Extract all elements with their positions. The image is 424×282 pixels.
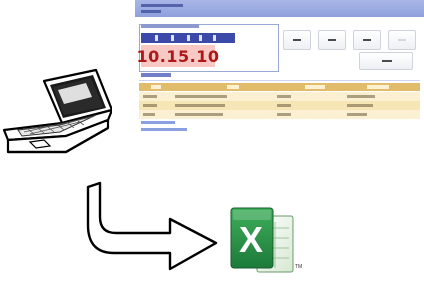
toolbar-button-1[interactable] — [283, 30, 311, 50]
excel-icon: X TM — [229, 206, 303, 277]
svg-text:X: X — [239, 219, 263, 260]
grid-header-cell — [367, 85, 389, 89]
toolbar-button-4[interactable] — [388, 30, 416, 50]
grid-row[interactable] — [139, 101, 420, 110]
grid-header — [139, 83, 420, 91]
section-title — [141, 73, 171, 77]
subtitle-text-line — [141, 10, 161, 13]
page: { "clock": { "time": "10.15.10" }, "colo… — [0, 0, 424, 277]
grid-header-cell — [227, 85, 239, 89]
action-button[interactable] — [359, 52, 413, 70]
trademark-label: TM — [295, 264, 303, 270]
title-bar — [135, 0, 424, 17]
toolbar-button-2[interactable] — [318, 30, 346, 50]
grid-row[interactable] — [139, 110, 420, 119]
section-divider — [139, 80, 420, 81]
laptop-icon — [0, 66, 114, 184]
grid-row[interactable] — [139, 92, 420, 101]
app-screenshot: 10.15.10 — [135, 0, 424, 150]
footer-link[interactable] — [141, 128, 187, 131]
footer-link[interactable] — [141, 121, 175, 124]
date-bar — [141, 33, 235, 43]
time-box-caption — [141, 24, 199, 28]
grid-header-cell — [305, 85, 325, 89]
title-text-line — [141, 4, 183, 7]
clock-display: 10.15.10 — [136, 45, 220, 67]
grid-header-cell — [151, 85, 161, 89]
curved-arrow-icon — [84, 181, 220, 273]
data-grid — [139, 83, 420, 119]
toolbar-button-3[interactable] — [353, 30, 381, 50]
